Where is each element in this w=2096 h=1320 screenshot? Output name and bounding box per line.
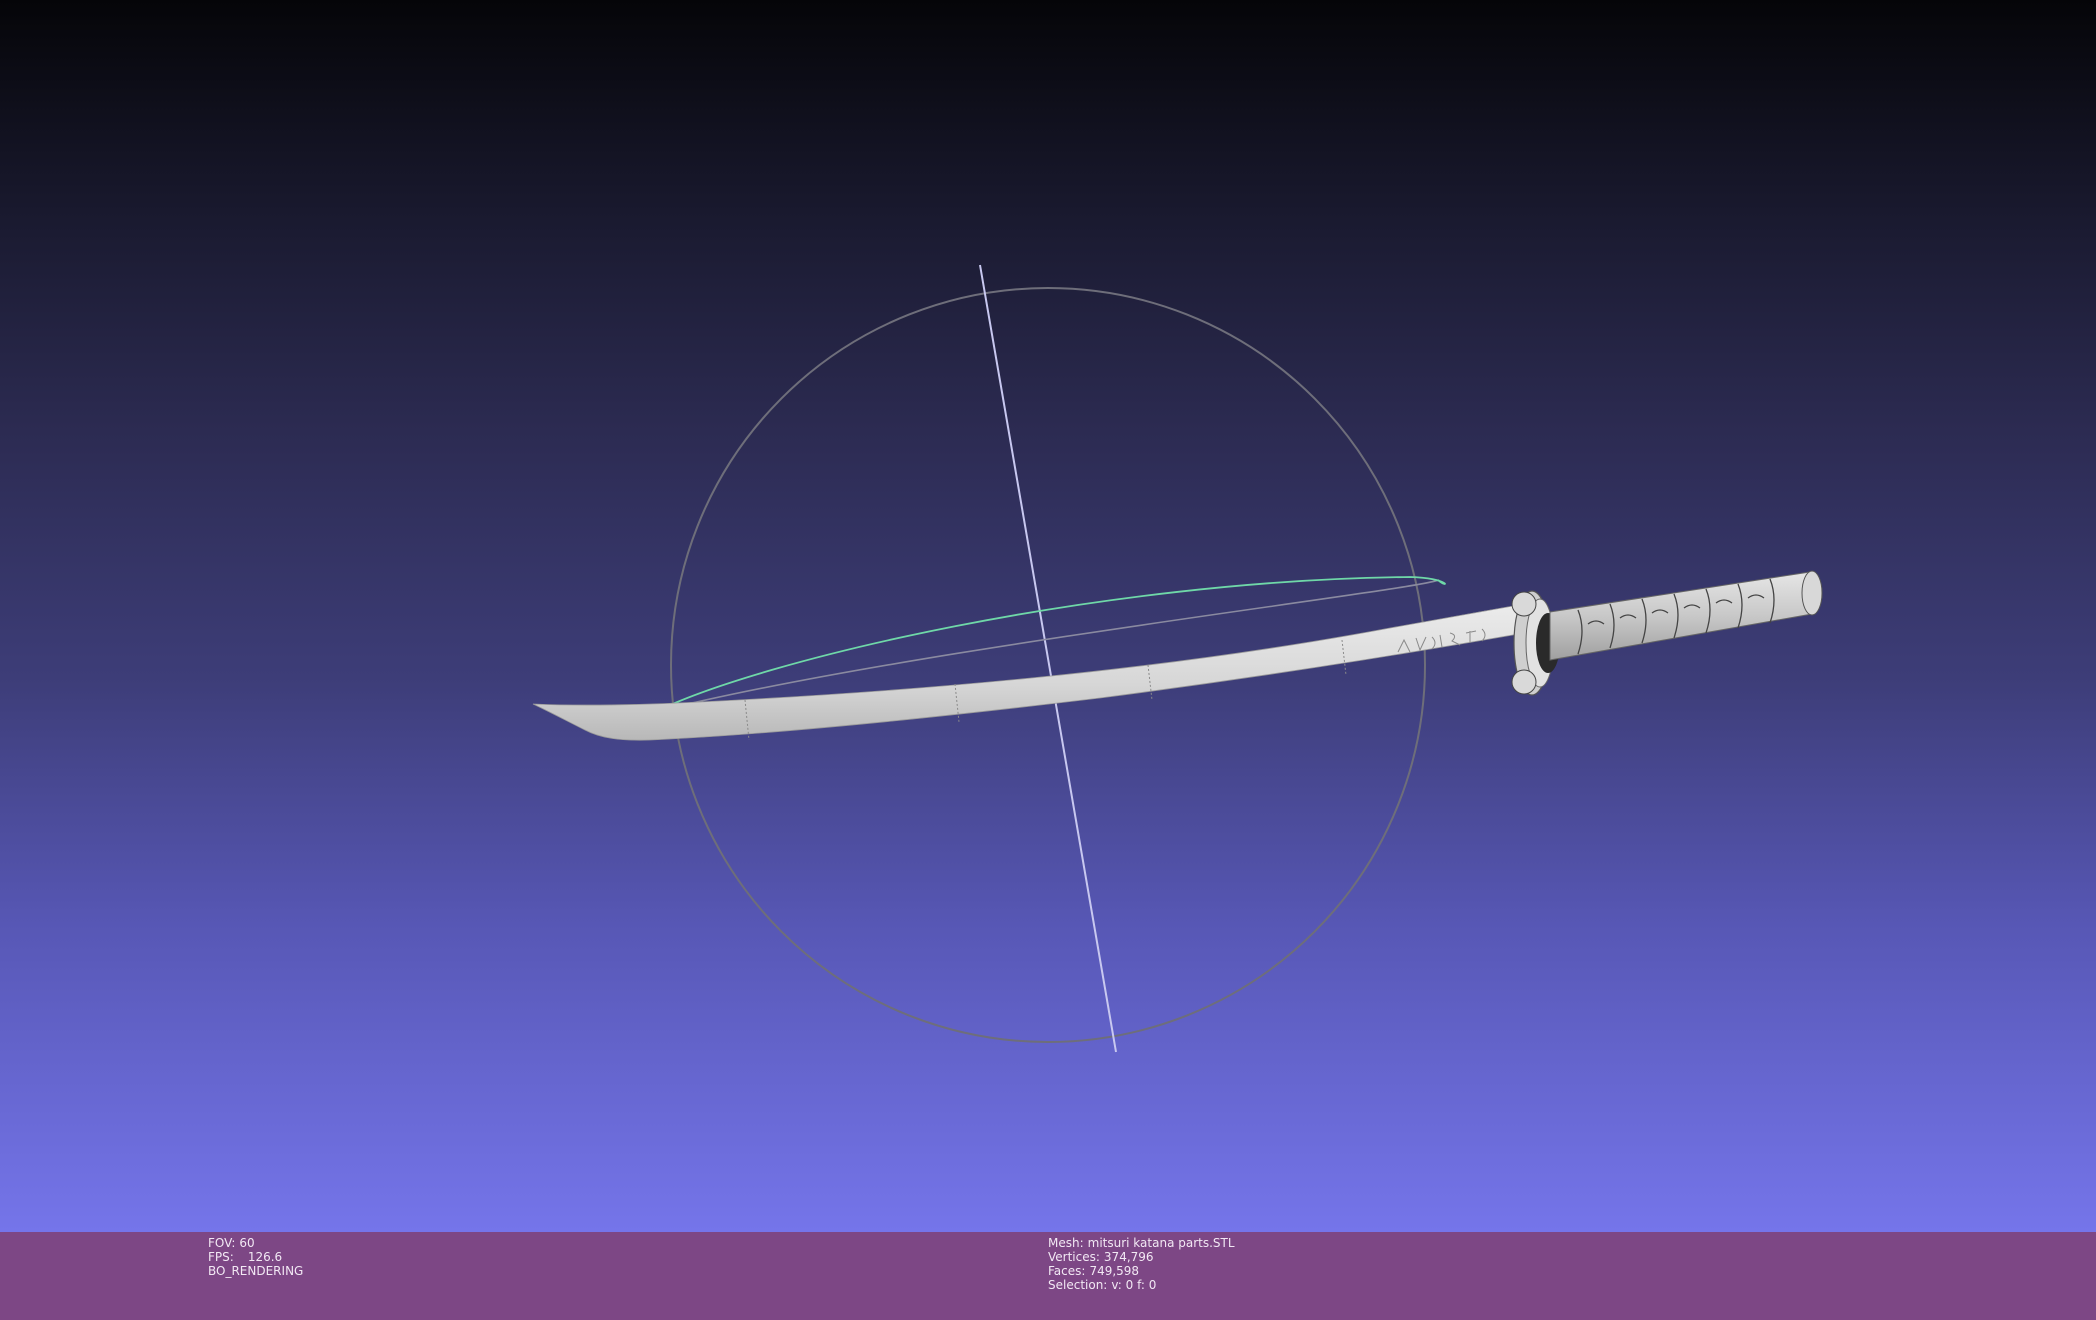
katana-handle	[1549, 571, 1823, 661]
faces-label: Faces:	[1048, 1264, 1086, 1278]
fov-value: 60	[239, 1236, 255, 1250]
mesh-name: mitsuri katana parts.STL	[1087, 1236, 1235, 1250]
scene-canvas[interactable]	[0, 0, 2096, 1232]
selection-value: v: 0 f: 0	[1111, 1278, 1157, 1292]
vertices-readout: Vertices: 374,796	[1048, 1250, 1235, 1264]
fps-label: FPS:	[208, 1250, 234, 1264]
fov-readout: FOV: 60	[208, 1236, 303, 1250]
trackball-vertical-axis	[979, 264, 1117, 1053]
vertices-label: Vertices:	[1048, 1250, 1100, 1264]
render-mode: BO_RENDERING	[208, 1264, 304, 1278]
fps-value: 126.6	[247, 1250, 283, 1264]
faces-value: 749,598	[1089, 1264, 1140, 1278]
selection-label: Selection:	[1048, 1278, 1108, 1292]
fov-label: FOV:	[208, 1236, 236, 1250]
3d-viewport[interactable]	[0, 0, 2096, 1232]
status-bar: FOV: 60 FPS: 126.6 BO_RENDERING Mesh: mitsu…	[0, 1232, 2096, 1320]
fps-readout: FPS: 126.6	[208, 1250, 303, 1264]
selection-readout: Selection: v: 0 f: 0	[1048, 1278, 1235, 1292]
mesh-label: Mesh:	[1048, 1236, 1084, 1250]
mesh-info: Mesh: mitsuri katana parts.STL Vertices: 3…	[1048, 1236, 1235, 1292]
faces-readout: Faces: 749,598	[1048, 1264, 1235, 1278]
katana-model	[532, 570, 1823, 741]
handle-end-cap	[1801, 570, 1823, 616]
mesh-name-readout: Mesh: mitsuri katana parts.STL	[1048, 1236, 1235, 1250]
vertices-value: 374,796	[1103, 1250, 1154, 1264]
katana-blade	[532, 602, 1531, 741]
view-info: FOV: 60 FPS: 126.6 BO_RENDERING	[208, 1236, 303, 1278]
